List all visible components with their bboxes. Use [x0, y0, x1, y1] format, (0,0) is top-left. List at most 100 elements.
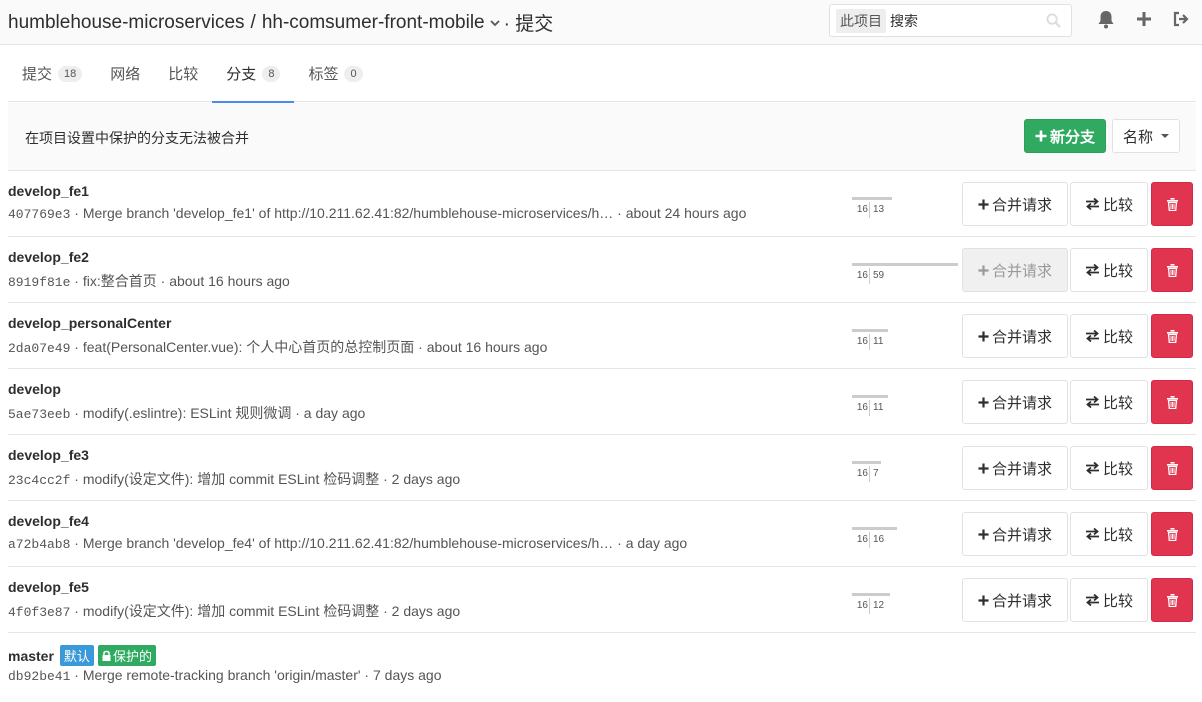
- divergence-divider: [869, 268, 870, 284]
- compare-label: 比较: [1102, 460, 1133, 478]
- delete-branch-button[interactable]: [1151, 248, 1193, 292]
- delete-branch-button[interactable]: [1151, 512, 1193, 556]
- behind-count: 16: [856, 534, 868, 545]
- commit-sha-link[interactable]: a72b4ab8: [8, 537, 70, 552]
- count-badge: 8: [262, 65, 281, 82]
- count-badge: 0: [344, 65, 363, 82]
- commit-info: a72b4ab8 · Merge branch 'develop_fe4' of…: [8, 535, 687, 552]
- compare-label: 比较: [1102, 262, 1133, 280]
- merge-request-button[interactable]: 合并请求: [962, 248, 1068, 292]
- branch-row: develop_fe3 23c4cc2f · modify(设定文件): 增加 …: [8, 435, 1196, 501]
- search-input[interactable]: [890, 12, 1040, 29]
- tab-commits[interactable]: 提交 18: [8, 45, 96, 102]
- delete-branch-button[interactable]: [1151, 380, 1193, 424]
- behind-bar: [852, 197, 869, 200]
- exchange-icon: [1085, 198, 1100, 210]
- commit-message[interactable]: · modify(.eslintre): ESLint 规则微调 · a day…: [70, 405, 365, 421]
- compare-button[interactable]: 比较: [1070, 314, 1148, 358]
- commit-sha-link[interactable]: 4f0f3e87: [8, 605, 70, 620]
- exchange-icon: [1085, 528, 1100, 540]
- divergence-graph: 16 11: [848, 328, 958, 350]
- commit-sha-link[interactable]: 5ae73eeb: [8, 407, 70, 422]
- compare-button[interactable]: 比较: [1070, 182, 1148, 226]
- branch-name-link[interactable]: develop_fe3: [8, 447, 89, 463]
- trash-icon: [1166, 329, 1178, 343]
- compare-label: 比较: [1102, 196, 1133, 214]
- compare-label: 比较: [1102, 592, 1133, 610]
- commit-message[interactable]: · Merge remote-tracking branch 'origin/m…: [70, 667, 441, 683]
- breadcrumb: humblehouse-microservices / hh-comsumer-…: [8, 9, 553, 36]
- search-icon[interactable]: [1046, 13, 1061, 31]
- project-link[interactable]: hh-comsumer-front-mobile: [262, 12, 485, 34]
- commit-info: db92be41 · Merge remote-tracking branch …: [8, 667, 441, 684]
- commit-message[interactable]: · Merge branch 'develop_fe4' of http://1…: [70, 535, 687, 551]
- caret-down-icon: [1161, 134, 1169, 138]
- commit-message[interactable]: · modify(设定文件): 增加 commit ESLint 检码调整 · …: [70, 471, 460, 487]
- branch-name-link[interactable]: develop_fe4: [8, 513, 89, 529]
- commit-message[interactable]: · modify(设定文件): 增加 commit ESLint 检码调整 · …: [70, 603, 460, 619]
- sort-dropdown[interactable]: 名称: [1112, 119, 1180, 153]
- delete-branch-button[interactable]: [1151, 578, 1193, 622]
- new-branch-button[interactable]: 新分支: [1024, 119, 1106, 153]
- branch-name-link[interactable]: develop: [8, 381, 61, 397]
- merge-request-button[interactable]: 合并请求: [962, 578, 1068, 622]
- branch-name-link[interactable]: develop_fe1: [8, 183, 89, 199]
- commit-sha-link[interactable]: db92be41: [8, 669, 70, 684]
- delete-branch-button[interactable]: [1151, 446, 1193, 490]
- divergence-graph: 16 7: [848, 460, 958, 482]
- divergence-graph: 16 12: [848, 592, 958, 614]
- merge-request-button[interactable]: 合并请求: [962, 182, 1068, 226]
- tab-tags[interactable]: 标签 0: [294, 45, 376, 102]
- tab-label: 比较: [168, 66, 199, 83]
- tab-branches[interactable]: 分支 8: [212, 45, 295, 103]
- branch-name-link[interactable]: develop_personalCenter: [8, 315, 171, 331]
- plus-icon: [978, 594, 989, 606]
- delete-branch-button[interactable]: [1151, 314, 1193, 358]
- commit-message[interactable]: · fix:整合首页 · about 16 hours ago: [70, 273, 290, 289]
- compare-button[interactable]: 比较: [1070, 380, 1148, 424]
- plus-icon: [978, 462, 989, 474]
- commit-sha-link[interactable]: 23c4cc2f: [8, 473, 70, 488]
- commit-sha-link[interactable]: 8919f81e: [8, 275, 70, 290]
- ahead-bar: [869, 527, 897, 530]
- branch-name-link[interactable]: master: [8, 648, 54, 664]
- tab-label: 网络: [110, 66, 141, 83]
- tab-compare[interactable]: 比较: [154, 45, 212, 102]
- merge-request-button[interactable]: 合并请求: [962, 446, 1068, 490]
- trash-icon: [1166, 197, 1178, 211]
- branch-list: develop_fe1 407769e3 · Merge branch 'dev…: [0, 171, 1202, 699]
- chevron-down-icon[interactable]: [489, 16, 500, 30]
- branch-name-link[interactable]: develop_fe2: [8, 249, 89, 265]
- tab-network[interactable]: 网络: [96, 45, 154, 102]
- compare-button[interactable]: 比较: [1070, 446, 1148, 490]
- commit-sha-link[interactable]: 407769e3: [8, 207, 70, 222]
- tab-label: 标签: [308, 66, 339, 83]
- merge-request-label: 合并请求: [991, 592, 1052, 610]
- branch-name-link[interactable]: develop_fe5: [8, 579, 89, 595]
- ahead-bar: [869, 593, 890, 596]
- plus-icon: [978, 330, 989, 342]
- behind-count: 16: [856, 336, 868, 347]
- delete-branch-button[interactable]: [1151, 182, 1193, 226]
- ahead-count: 11: [873, 336, 884, 347]
- namespace-link[interactable]: humblehouse-microservices: [8, 12, 245, 34]
- merge-request-button[interactable]: 合并请求: [962, 512, 1068, 556]
- merge-request-button[interactable]: 合并请求: [962, 380, 1068, 424]
- ahead-bar: [869, 263, 958, 266]
- compare-button[interactable]: 比较: [1070, 578, 1148, 622]
- commit-message[interactable]: · Merge branch 'develop_fe1' of http://1…: [70, 205, 746, 221]
- plus-icon[interactable]: [1136, 10, 1152, 31]
- sign-out-icon[interactable]: [1172, 10, 1190, 31]
- default-badge: 默认: [59, 645, 94, 666]
- merge-request-button[interactable]: 合并请求: [962, 314, 1068, 358]
- exchange-icon: [1085, 264, 1100, 276]
- divergence-graph: 16 13: [848, 196, 958, 218]
- bell-icon[interactable]: [1097, 10, 1115, 32]
- trash-icon: [1166, 263, 1178, 277]
- compare-button[interactable]: 比较: [1070, 512, 1148, 556]
- compare-button[interactable]: 比较: [1070, 248, 1148, 292]
- commit-sha-link[interactable]: 2da07e49: [8, 341, 70, 356]
- commit-message[interactable]: · feat(PersonalCenter.vue): 个人中心首页的总控制页面…: [70, 339, 547, 355]
- search-box[interactable]: 此项目: [829, 4, 1072, 37]
- trash-icon: [1166, 527, 1178, 541]
